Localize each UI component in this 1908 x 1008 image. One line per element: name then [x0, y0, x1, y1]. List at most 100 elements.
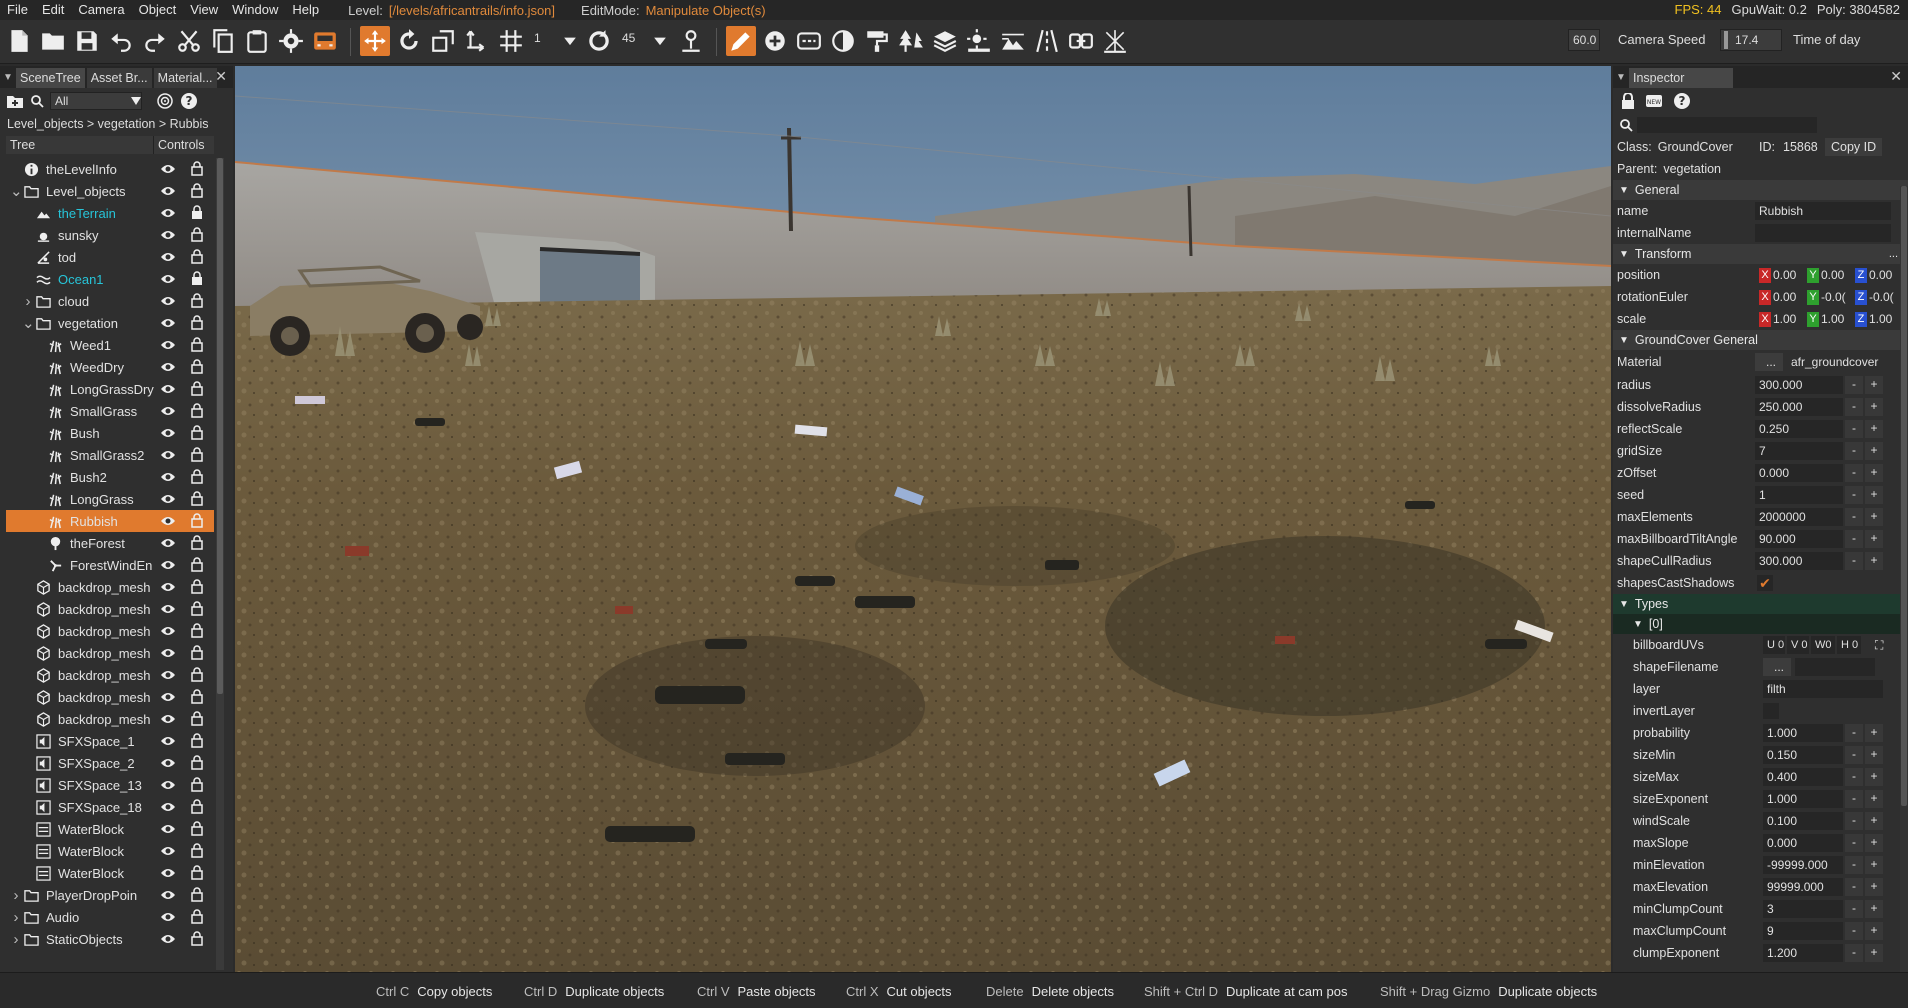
billboard-w[interactable]: W0	[1811, 636, 1835, 654]
decrement-button[interactable]: -	[1845, 900, 1863, 918]
tab-scenetree[interactable]: SceneTree	[16, 68, 85, 88]
increment-button[interactable]: +	[1865, 746, 1883, 764]
lock-icon[interactable]	[191, 249, 203, 264]
increment-button[interactable]: +	[1865, 442, 1883, 460]
terrain-editor-icon[interactable]	[998, 26, 1028, 56]
lock-icon[interactable]	[191, 821, 203, 836]
section-transform[interactable]: ▼ Transform...	[1613, 244, 1908, 264]
tree-row[interactable]: WaterBlock	[6, 818, 214, 840]
chevron-down-icon[interactable]: ⌄	[22, 314, 35, 332]
lock-icon[interactable]	[191, 381, 203, 396]
visibility-eye-icon[interactable]	[160, 558, 176, 572]
tree-row[interactable]: backdrop_mesh	[6, 686, 214, 708]
rotate-snap-icon[interactable]	[584, 26, 614, 56]
lock-icon[interactable]	[191, 711, 203, 726]
tree-row[interactable]: theForest	[6, 532, 214, 554]
decrement-button[interactable]: -	[1845, 552, 1863, 570]
open-folder-icon[interactable]	[38, 26, 68, 56]
3d-viewport[interactable]	[235, 66, 1611, 972]
vehicle-icon[interactable]	[310, 26, 340, 56]
visibility-eye-icon[interactable]	[160, 272, 176, 286]
position-x[interactable]: X 0.00	[1759, 266, 1796, 284]
lock-icon[interactable]	[191, 579, 203, 594]
forest-tool-icon[interactable]	[896, 26, 926, 56]
save-icon[interactable]	[72, 26, 102, 56]
billboard-h[interactable]: H 0	[1837, 636, 1861, 654]
visibility-eye-icon[interactable]	[160, 404, 176, 418]
object-edit-pencil-icon[interactable]	[726, 26, 756, 56]
world-local-icon[interactable]	[462, 26, 492, 56]
menu-object[interactable]: Object	[132, 0, 184, 20]
snap-dropdown-icon[interactable]	[560, 26, 580, 56]
lock-icon[interactable]	[191, 733, 203, 748]
tree-row[interactable]: Rubbish	[6, 510, 214, 532]
layers-icon[interactable]	[930, 26, 960, 56]
visibility-eye-icon[interactable]	[160, 536, 176, 550]
lock-icon[interactable]	[191, 447, 203, 462]
increment-button[interactable]: +	[1865, 552, 1883, 570]
tab-material[interactable]: Material...	[153, 68, 217, 88]
increment-button[interactable]: +	[1865, 724, 1883, 742]
visibility-eye-icon[interactable]	[160, 294, 176, 308]
field-value[interactable]: 90.000	[1755, 530, 1843, 548]
decrement-button[interactable]: -	[1845, 464, 1863, 482]
visibility-eye-icon[interactable]	[160, 646, 176, 660]
field-value[interactable]: 7	[1755, 442, 1843, 460]
lock-icon[interactable]	[191, 205, 203, 220]
tree-row[interactable]: Ocean1	[6, 268, 214, 290]
scene-render[interactable]	[235, 66, 1611, 972]
position-z[interactable]: Z 0.00	[1855, 266, 1892, 284]
filter-radar-icon[interactable]	[156, 92, 174, 110]
visibility-eye-icon[interactable]	[160, 492, 176, 506]
section-types-item[interactable]: ▼ [0]	[1613, 614, 1908, 634]
tree-row[interactable]: ⌄ vegetation	[6, 312, 214, 334]
tree-row[interactable]: WeedDry	[6, 356, 214, 378]
lock-icon[interactable]	[191, 667, 203, 682]
visibility-eye-icon[interactable]	[160, 778, 176, 792]
redo-icon[interactable]	[140, 26, 170, 56]
lock-icon[interactable]	[191, 909, 203, 924]
decrement-button[interactable]: -	[1845, 812, 1863, 830]
lock-icon[interactable]	[191, 491, 203, 506]
increment-button[interactable]: +	[1865, 856, 1883, 874]
increment-button[interactable]: +	[1865, 508, 1883, 526]
visibility-eye-icon[interactable]	[160, 228, 176, 242]
field-value[interactable]: 1	[1755, 486, 1843, 504]
expand-icon[interactable]: ⛶	[1875, 638, 1883, 653]
grid-snap-icon[interactable]	[496, 26, 526, 56]
decrement-button[interactable]: -	[1845, 398, 1863, 416]
invert-layer-checkbox[interactable]	[1763, 703, 1779, 719]
chevron-right-icon[interactable]: ›	[10, 887, 22, 904]
rotation-x[interactable]: X 0.00	[1759, 288, 1796, 306]
increment-button[interactable]: +	[1865, 376, 1883, 394]
field-value[interactable]: 99999.000	[1763, 878, 1843, 896]
lock-icon[interactable]	[191, 601, 203, 616]
menu-camera[interactable]: Camera	[71, 0, 131, 20]
visibility-eye-icon[interactable]	[160, 910, 176, 924]
shape-filename-field[interactable]	[1795, 658, 1875, 676]
increment-button[interactable]: +	[1865, 812, 1883, 830]
camera-speed-slider-handle[interactable]	[1724, 31, 1728, 49]
lock-icon[interactable]	[191, 865, 203, 880]
tree-row[interactable]: SFXSpace_13	[6, 774, 214, 796]
tab-inspector[interactable]: Inspector	[1629, 68, 1733, 88]
chevron-right-icon[interactable]: ›	[10, 931, 22, 948]
navmesh-icon[interactable]	[1100, 26, 1130, 56]
paint-roller-icon[interactable]	[862, 26, 892, 56]
lock-icon[interactable]	[191, 755, 203, 770]
lock-icon[interactable]	[191, 161, 203, 176]
rotation-y[interactable]: Y -0.0(	[1807, 288, 1846, 306]
field-value[interactable]: 0.100	[1763, 812, 1843, 830]
lock-icon[interactable]	[191, 227, 203, 242]
inspector-scrollbar[interactable]	[1900, 186, 1908, 972]
visibility-eye-icon[interactable]	[160, 470, 176, 484]
lock-icon[interactable]	[191, 887, 203, 902]
increment-button[interactable]: +	[1865, 486, 1883, 504]
increment-button[interactable]: +	[1865, 900, 1883, 918]
visibility-eye-icon[interactable]	[160, 514, 176, 528]
fov-field[interactable]: 60.0	[1568, 29, 1600, 51]
field-value[interactable]: 300.000	[1755, 376, 1843, 394]
decrement-button[interactable]: -	[1845, 530, 1863, 548]
cut-icon[interactable]	[174, 26, 204, 56]
lock-icon[interactable]	[191, 645, 203, 660]
